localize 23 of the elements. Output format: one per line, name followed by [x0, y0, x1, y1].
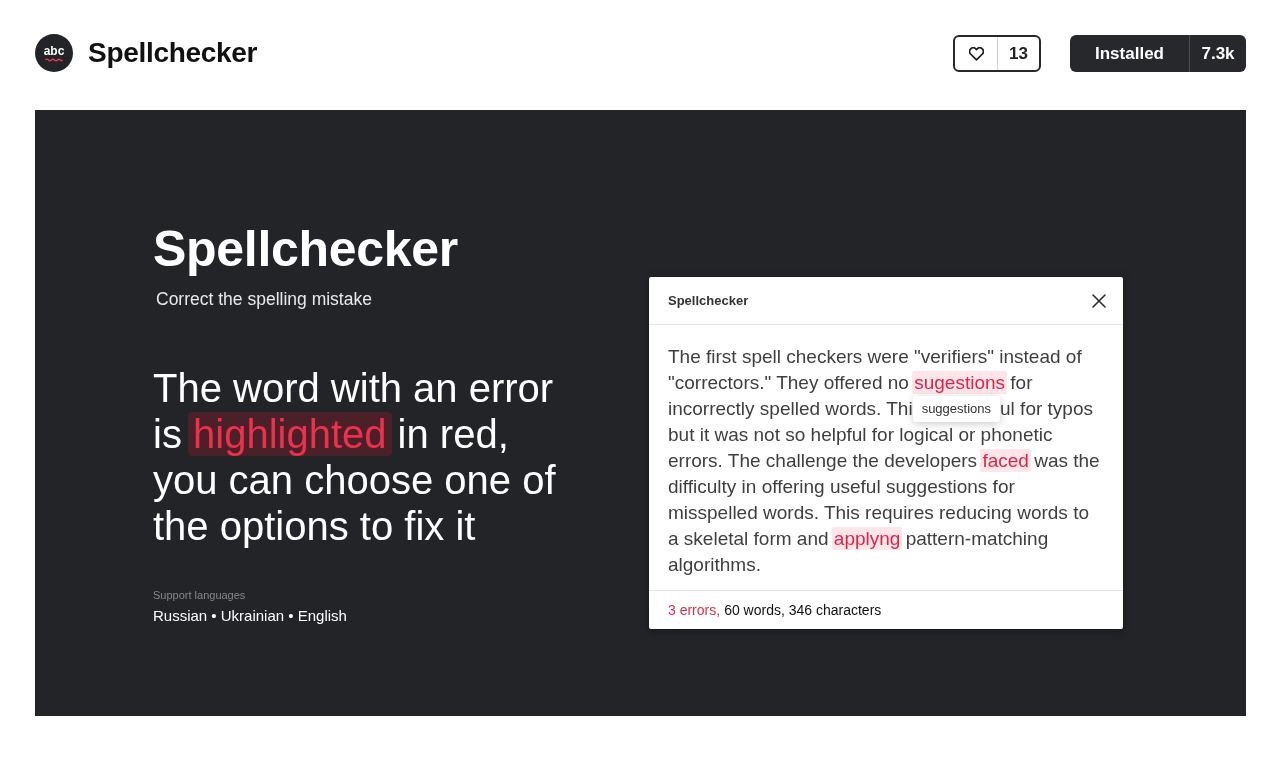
popup-text: The first spell checkers were "verifiers" instead of "correctors." They offered no sugestions for incorrectly spelled words. Thi suggestions ul for typos but it was not so helpful for logical or phonetic errors. The challenge the developers faced was the difficulty in offering useful suggestions for misspelled words. This requires reducing words to a skeletal form and applyng pattern-matching algorithms. — [668, 345, 1101, 577]
app-title: Spellchecker — [88, 36, 258, 70]
hero-title: Spellchecker — [153, 220, 459, 279]
hero-headline: The word with an error is highlighted in red, you can choose one of the options to fix it — [153, 365, 557, 549]
like-button[interactable]: 13 — [953, 35, 1041, 72]
misspelled-word[interactable]: sugestions — [912, 371, 1008, 394]
misspelled-word[interactable]: faced — [980, 449, 1031, 472]
close-button[interactable] — [1092, 293, 1106, 308]
heart-icon — [968, 46, 984, 61]
installed-button[interactable]: Installed 7.3k — [1070, 35, 1246, 72]
misspelled-word[interactable]: applyng — [831, 527, 903, 550]
error-count: 3 errors, — [668, 602, 721, 618]
text-stats: 60 words, 346 characters — [724, 602, 882, 618]
popup-title: Spellchecker — [668, 293, 749, 308]
languages-list: Russian • Ukrainian • English — [153, 606, 649, 626]
install-count: 7.3k — [1189, 35, 1246, 72]
suggestion-tooltip[interactable]: suggestions — [912, 396, 1001, 422]
logo-text: abc — [43, 44, 65, 57]
close-icon — [1092, 293, 1106, 308]
wavy-line-icon — [45, 57, 63, 62]
like-count: 13 — [997, 37, 1039, 70]
languages-label: Support languages — [153, 588, 247, 603]
hero-subtitle: Correct the spelling mistake — [156, 289, 373, 309]
